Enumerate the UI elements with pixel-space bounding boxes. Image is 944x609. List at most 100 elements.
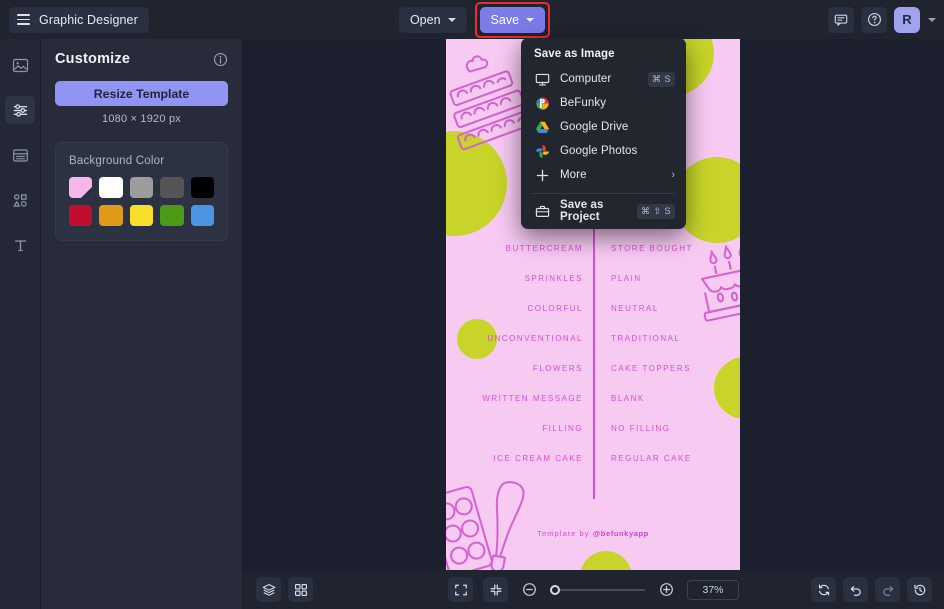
background-color-card: Background Color bbox=[55, 142, 228, 241]
history-icon bbox=[913, 584, 925, 595]
resize-template-label: Resize Template bbox=[93, 86, 190, 101]
canvas-row-left: FILLING bbox=[542, 424, 583, 433]
save-menu-header: Save as Image bbox=[534, 48, 615, 60]
canvas-row-left: FLOWERS bbox=[532, 364, 583, 373]
menu-item-label: More bbox=[560, 169, 587, 181]
swatch-red[interactable] bbox=[69, 205, 93, 226]
canvas-row-right: CAKE TOPPERS bbox=[611, 364, 691, 373]
menu-item-save-as-project[interactable]: Save as Project ⌘ ⇧ S bbox=[521, 199, 686, 223]
menu-item-computer[interactable]: Computer ⌘ S bbox=[521, 67, 686, 91]
zoom-slider[interactable] bbox=[550, 584, 645, 595]
swatch-blue[interactable] bbox=[190, 205, 214, 226]
undo-button[interactable] bbox=[843, 577, 868, 602]
canvas-row-right: PLAIN bbox=[611, 274, 642, 283]
monitor-icon bbox=[535, 72, 550, 87]
avatar[interactable]: R bbox=[894, 6, 920, 33]
google-drive-icon bbox=[535, 120, 550, 135]
zoom-in-button[interactable] bbox=[655, 579, 677, 601]
canvas-row-left: COLORFUL bbox=[527, 304, 583, 313]
canvas-row: UNCONVENTIONAL TRADITIONAL bbox=[446, 333, 740, 363]
menu-item-label: Computer bbox=[560, 73, 612, 85]
canvas-row: WRITTEN MESSAGE BLANK bbox=[446, 393, 740, 423]
open-button-label: Open bbox=[409, 12, 441, 27]
canvas-comparison-list: CAKECUPCAKESBUTTERCREAMSTORE BOUGHTSPRIN… bbox=[446, 213, 740, 483]
chevron-down-icon bbox=[526, 17, 535, 22]
grid-button[interactable] bbox=[288, 577, 313, 602]
piping-bag-illustration bbox=[490, 481, 525, 570]
swatch-yellow[interactable] bbox=[129, 205, 154, 226]
sidebar-item-customize[interactable] bbox=[5, 96, 35, 124]
canvas-row-right: REGULAR CAKE bbox=[611, 454, 692, 463]
reset-icon bbox=[818, 584, 829, 595]
template-dimensions: 1080 × 1920 px bbox=[102, 113, 181, 125]
canvas-row-left: WRITTEN MESSAGE bbox=[482, 394, 583, 403]
sliders-icon bbox=[13, 103, 27, 117]
page-title: Customize bbox=[55, 51, 131, 67]
layers-button[interactable] bbox=[256, 577, 281, 602]
zoom-out-button[interactable] bbox=[518, 579, 540, 601]
chat-button[interactable] bbox=[828, 6, 854, 33]
save-button-wrapper: Save bbox=[474, 1, 551, 38]
swatch-green[interactable] bbox=[160, 205, 184, 226]
swatch-pink[interactable] bbox=[69, 177, 93, 198]
fit-screen-button[interactable] bbox=[448, 577, 473, 602]
save-dropdown-menu: Save as Image Computer ⌘ S BeFunky Google D… bbox=[521, 38, 686, 229]
save-button[interactable]: Save bbox=[479, 6, 546, 33]
swatch-dark-gray[interactable] bbox=[160, 177, 184, 198]
canvas-row-left: UNCONVENTIONAL bbox=[487, 334, 583, 343]
swatch-white[interactable] bbox=[99, 177, 123, 198]
swatch-orange[interactable] bbox=[99, 205, 123, 226]
sidebar-item-graphics[interactable] bbox=[5, 186, 35, 214]
redo-icon bbox=[882, 585, 893, 596]
zoom-level-input[interactable]: 37% bbox=[687, 579, 739, 600]
help-button[interactable] bbox=[861, 6, 887, 33]
canvas-row: FLOWERS CAKE TOPPERS bbox=[446, 363, 740, 393]
image-icon bbox=[12, 58, 28, 72]
reset-button[interactable] bbox=[811, 577, 836, 602]
chat-icon bbox=[834, 14, 848, 26]
bottom-bar: 37% bbox=[243, 570, 944, 609]
briefcase-icon bbox=[535, 204, 550, 219]
canvas-row: BUTTERCREAM STORE BOUGHT bbox=[446, 243, 740, 273]
chevron-down-icon bbox=[447, 17, 456, 22]
grid-icon bbox=[294, 583, 307, 596]
canvas-row: SPRINKLES PLAIN bbox=[446, 273, 740, 303]
shrink-button[interactable] bbox=[483, 577, 508, 602]
resize-template-button[interactable]: Resize Template bbox=[55, 81, 228, 106]
google-photos-icon bbox=[535, 144, 550, 159]
menu-item-label: BeFunky bbox=[560, 97, 607, 109]
menu-item-google-photos[interactable]: Google Photos bbox=[521, 139, 686, 163]
undo-icon bbox=[850, 585, 861, 596]
top-bar-center: Open Save bbox=[0, 0, 944, 39]
menu-item-more[interactable]: More › bbox=[521, 163, 686, 187]
sidebar-item-templates[interactable] bbox=[5, 141, 35, 169]
fit-screen-icon bbox=[454, 584, 467, 595]
menu-item-shortcut: ⌘ ⇧ S bbox=[636, 203, 675, 219]
account-chevron-down-icon[interactable] bbox=[928, 17, 936, 22]
menu-item-befunky[interactable]: BeFunky bbox=[521, 91, 686, 115]
info-icon[interactable] bbox=[213, 52, 228, 67]
redo-button[interactable] bbox=[875, 577, 900, 602]
save-button-label: Save bbox=[490, 12, 520, 27]
history-button[interactable] bbox=[907, 577, 932, 602]
canvas-row-right: STORE BOUGHT bbox=[611, 244, 693, 253]
background-color-label: Background Color bbox=[69, 155, 165, 167]
menu-item-label: Google Photos bbox=[560, 145, 638, 157]
shrink-icon bbox=[489, 583, 502, 596]
avatar-initial: R bbox=[902, 12, 912, 27]
color-swatch-grid bbox=[69, 177, 214, 226]
save-menu-items: Computer ⌘ S BeFunky Google Drive Google Pho… bbox=[521, 67, 686, 187]
zoom-level-value: 37% bbox=[702, 583, 724, 596]
swatch-gray[interactable] bbox=[129, 177, 154, 198]
open-button[interactable]: Open bbox=[398, 6, 467, 33]
zoom-slider-handle[interactable] bbox=[550, 584, 560, 595]
sidebar-item-image[interactable] bbox=[5, 51, 35, 79]
canvas-row-left: SPRINKLES bbox=[524, 274, 583, 283]
menu-item-google-drive[interactable]: Google Drive bbox=[521, 115, 686, 139]
swatch-black[interactable] bbox=[190, 177, 214, 198]
save-menu-project-section: Save as Project ⌘ ⇧ S bbox=[521, 199, 686, 223]
credit-handle: @befunkyapp bbox=[592, 529, 649, 538]
chevron-right-icon: › bbox=[671, 169, 675, 181]
sidebar-item-text[interactable] bbox=[5, 231, 35, 259]
canvas-row-right: NEUTRAL bbox=[611, 304, 659, 313]
